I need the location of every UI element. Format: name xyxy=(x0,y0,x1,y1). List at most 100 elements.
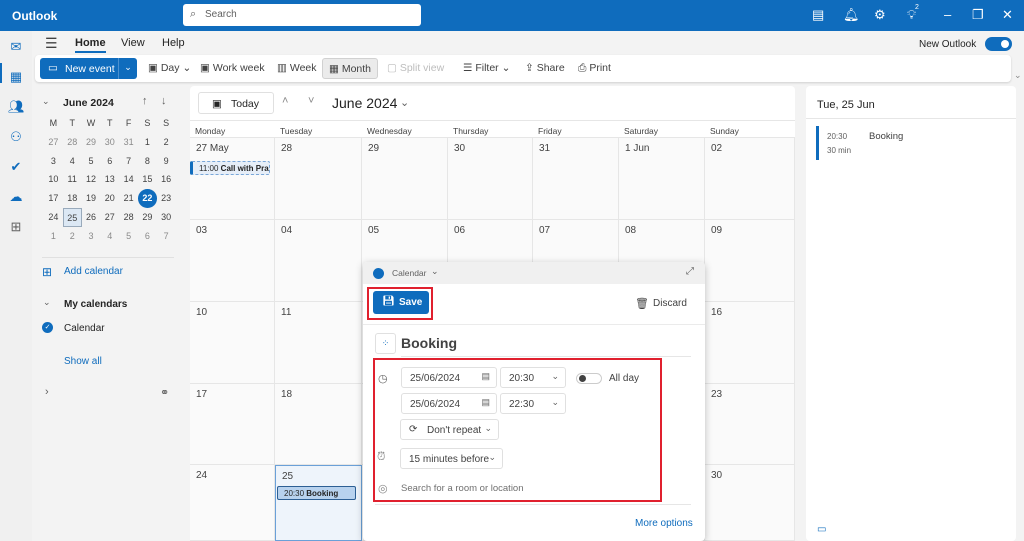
day-cell[interactable]: 25 xyxy=(275,465,362,541)
next-arrow[interactable]: ˅ xyxy=(308,95,314,107)
mini-calendar-day[interactable]: 27 xyxy=(100,208,119,227)
apps-icon[interactable]: ⊞ xyxy=(8,219,24,234)
day-cell[interactable]: 09 xyxy=(705,220,795,302)
agenda-event[interactable]: 20:30 30 min Booking xyxy=(816,126,1016,160)
mini-calendar-day[interactable]: 31 xyxy=(119,133,138,152)
mini-calendar-day[interactable]: 6 xyxy=(138,227,157,246)
day-cell[interactable]: 17 xyxy=(190,384,275,465)
day-cell[interactable]: 16 xyxy=(705,302,795,384)
mini-calendar-day[interactable]: 28 xyxy=(119,208,138,227)
mini-calendar-day[interactable]: 1 xyxy=(138,133,157,152)
new-event-dropdown[interactable]: ⌄ xyxy=(118,58,137,79)
show-all-link[interactable]: Show all xyxy=(64,356,102,367)
today-button[interactable]: ▣ Today xyxy=(198,92,274,114)
tab-home[interactable]: Home xyxy=(75,37,106,53)
previous-month-arrow[interactable]: ↑ xyxy=(142,95,148,107)
month-title[interactable]: June 2024 xyxy=(332,95,397,111)
mini-calendar-day[interactable]: 18 xyxy=(63,189,82,208)
mini-calendar-day[interactable]: 3 xyxy=(82,227,101,246)
mini-calendar-day[interactable]: 29 xyxy=(138,208,157,227)
mini-calendar-day[interactable]: 24 xyxy=(44,208,63,227)
checkmark-icon[interactable]: ✓ xyxy=(42,322,53,333)
todo-icon[interactable]: ✔ xyxy=(8,159,24,174)
close-button[interactable]: ✕ xyxy=(1002,7,1013,23)
split-view-button[interactable]: ▢ Split view xyxy=(387,62,444,74)
mini-calendar-day[interactable]: 21 xyxy=(119,189,138,208)
mini-calendar-day[interactable]: 16 xyxy=(157,170,176,189)
work-week-button[interactable]: ▣ Work week xyxy=(200,62,265,74)
mini-calendar-day[interactable]: 23 xyxy=(157,189,176,208)
mini-calendar-day[interactable]: 2 xyxy=(157,133,176,152)
mini-calendar-day[interactable]: 25 xyxy=(62,207,82,227)
month-picker-chevron-icon[interactable]: ⌄ xyxy=(400,96,409,109)
next-month-arrow[interactable]: ↓ xyxy=(161,95,167,107)
tab-help[interactable]: Help xyxy=(162,37,185,49)
add-calendar-link[interactable]: Add calendar xyxy=(64,266,123,277)
mini-calendar-day[interactable]: 6 xyxy=(100,152,119,171)
mini-calendar-day[interactable]: 29 xyxy=(82,133,101,152)
calendar-event[interactable]: 20:30 Booking xyxy=(277,486,356,500)
mini-calendar-day[interactable]: 9 xyxy=(157,152,176,171)
share-button[interactable]: ⇪ Share xyxy=(525,62,565,74)
mini-calendar-day[interactable]: 7 xyxy=(157,227,176,246)
mini-calendar-day[interactable]: 27 xyxy=(44,133,63,152)
filter-button[interactable]: ☰ Filter ⌄ xyxy=(463,62,510,74)
day-cell[interactable]: 10 xyxy=(190,302,275,384)
my-calendars-heading[interactable]: My calendars xyxy=(64,299,127,310)
hamburger-icon[interactable]: ☰ xyxy=(45,35,58,52)
mini-calendar-day[interactable]: 12 xyxy=(82,170,101,189)
minimize-button[interactable]: – xyxy=(944,7,951,22)
day-cell[interactable]: 11 xyxy=(275,302,362,384)
mini-calendar-day[interactable]: 5 xyxy=(82,152,101,171)
expand-chevron-icon[interactable]: › xyxy=(45,386,49,398)
mini-calendar-day[interactable]: 26 xyxy=(82,208,101,227)
day-cell[interactable]: 1 Jun xyxy=(619,138,705,220)
shared-calendars-icon[interactable]: ⚭ xyxy=(160,386,169,399)
bell-icon[interactable]: 🔔︎ xyxy=(843,7,860,23)
mini-calendar-day[interactable]: 13 xyxy=(100,170,119,189)
day-cell[interactable]: 23 xyxy=(705,384,795,465)
calendar-item[interactable]: Calendar xyxy=(64,323,105,334)
mini-calendar-day[interactable]: 20 xyxy=(100,189,119,208)
chevron-down-icon[interactable]: ⌄ xyxy=(43,297,51,308)
day-cell[interactable]: 28 xyxy=(275,138,362,220)
category-icon[interactable]: ⁘ xyxy=(375,333,396,354)
groups-icon[interactable]: ⚇ xyxy=(8,129,24,144)
search-input[interactable]: ⌕ Search xyxy=(183,4,421,26)
mini-calendar-day[interactable]: 10 xyxy=(44,170,63,189)
expand-icon[interactable]: ⤢ xyxy=(686,266,694,277)
people-icon[interactable]: 👥︎ xyxy=(8,99,25,114)
day-cell[interactable]: 02 xyxy=(705,138,795,220)
mini-calendar-day[interactable]: 28 xyxy=(63,133,82,152)
month-button[interactable]: ▦ Month xyxy=(322,58,378,79)
day-cell[interactable]: 18 xyxy=(275,384,362,465)
week-button[interactable]: ▥ Week xyxy=(277,62,317,74)
restore-button[interactable]: ❐ xyxy=(972,7,984,23)
mini-calendar-day[interactable]: 3 xyxy=(44,152,63,171)
mini-calendar-day[interactable]: 4 xyxy=(100,227,119,246)
day-cell[interactable]: 04 xyxy=(275,220,362,302)
more-options-link[interactable]: More options xyxy=(635,518,693,529)
mini-calendar-day[interactable]: 1 xyxy=(44,227,63,246)
calendar-event[interactable]: 11:00 Call with Prac xyxy=(190,161,270,175)
onedrive-icon[interactable]: ☁ xyxy=(8,189,24,204)
day-cell[interactable]: 31 xyxy=(533,138,619,220)
mini-calendar-day[interactable]: 4 xyxy=(63,152,82,171)
discard-button[interactable]: Discard xyxy=(653,298,687,309)
mini-calendar-day[interactable]: 8 xyxy=(138,152,157,171)
mini-calendar-day[interactable]: 14 xyxy=(119,170,138,189)
day-cell[interactable]: 27 May xyxy=(190,138,275,220)
mini-calendar-day[interactable]: 17 xyxy=(44,189,63,208)
day-view-button[interactable]: ▣ Day ⌄ xyxy=(148,62,191,74)
collapse-chevron-icon[interactable]: ⌄ xyxy=(42,96,50,107)
mini-calendar-day[interactable]: 7 xyxy=(119,152,138,171)
mini-calendar-day[interactable]: 5 xyxy=(119,227,138,246)
mini-calendar-day[interactable]: 22 xyxy=(137,189,157,208)
mail-icon[interactable]: ✉ xyxy=(8,39,24,54)
day-cell[interactable]: 30 xyxy=(705,465,795,541)
day-cell[interactable]: 24 xyxy=(190,465,275,541)
day-cell[interactable]: 30 xyxy=(448,138,533,220)
my-day-icon[interactable]: ▤ xyxy=(812,7,824,23)
gear-icon[interactable]: ⚙ xyxy=(874,7,886,23)
add-event-icon[interactable]: ▭ xyxy=(817,524,826,535)
